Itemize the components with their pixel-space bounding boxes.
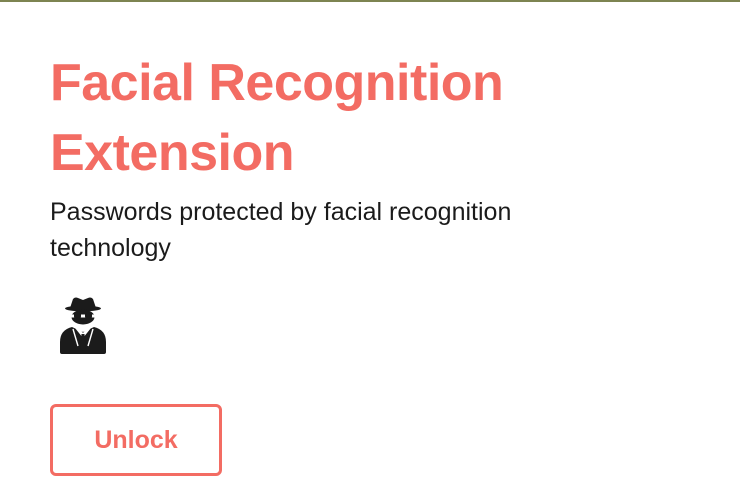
extension-panel: Facial Recognition Extension Passwords p…	[50, 48, 670, 354]
page-subtitle: Passwords protected by facial recognitio…	[50, 198, 512, 262]
user-secret-icon	[60, 297, 106, 354]
top-divider	[0, 0, 740, 2]
unlock-button[interactable]: Unlock	[50, 404, 222, 476]
page-title: Facial Recognition Extension	[50, 54, 504, 182]
